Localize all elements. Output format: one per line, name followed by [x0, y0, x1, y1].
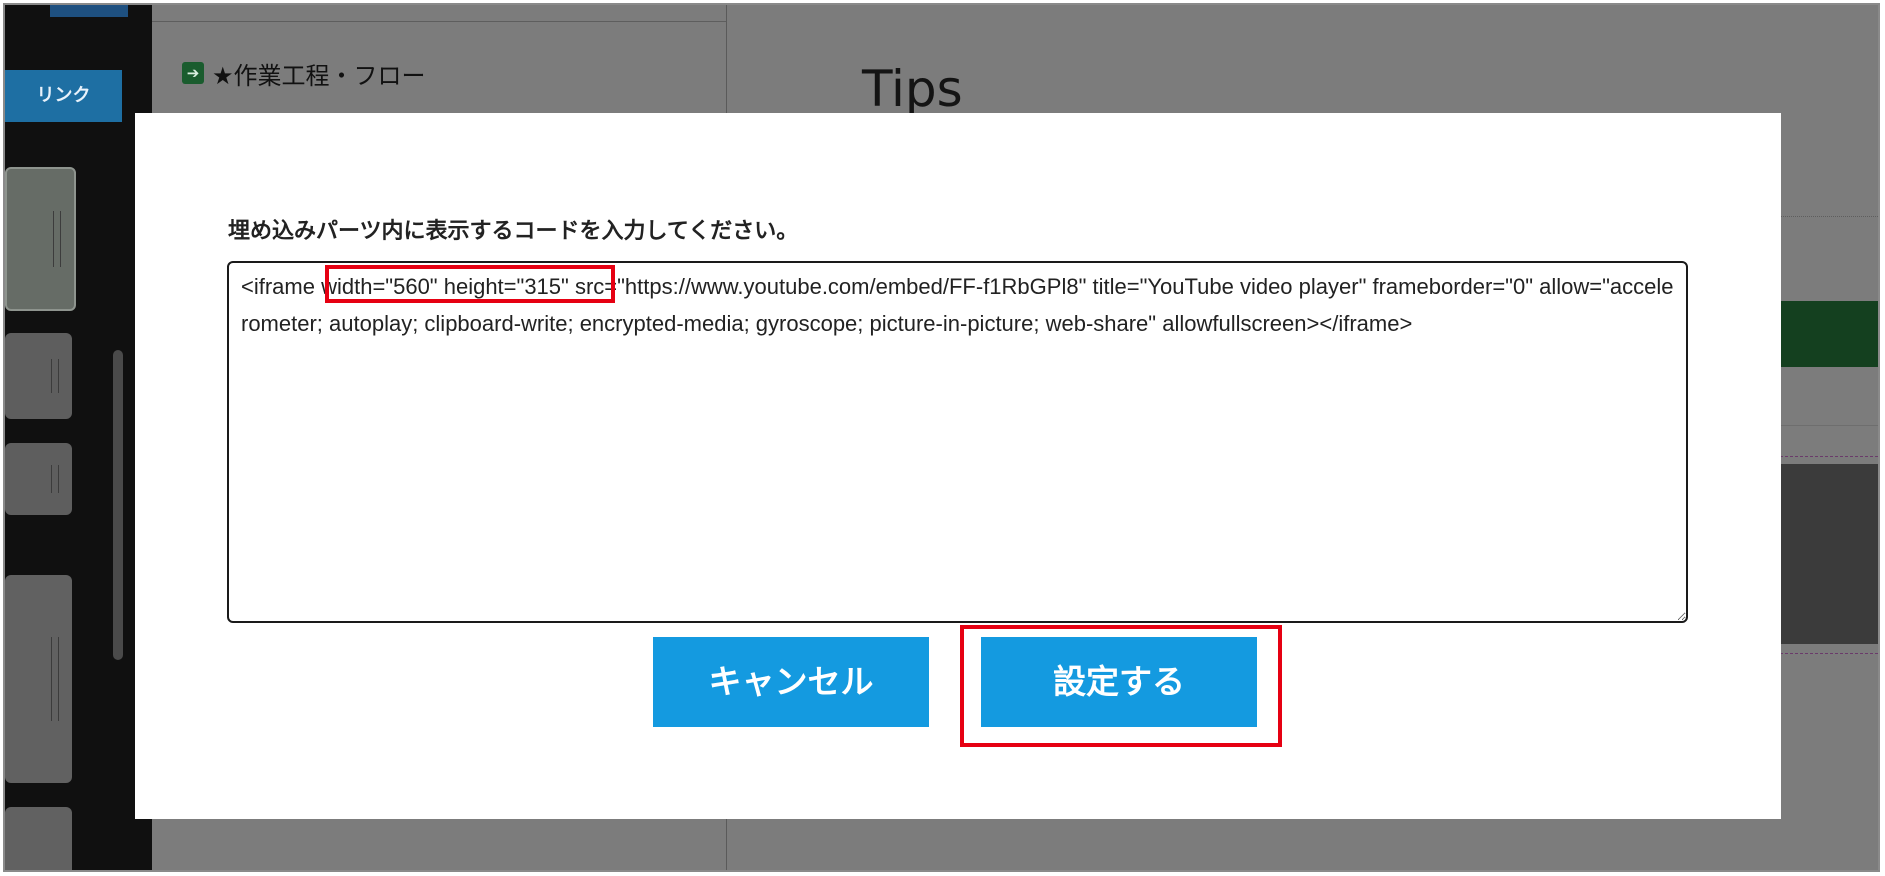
- embed-code-dialog: 埋め込みパーツ内に表示するコードを入力してください。 <iframe width…: [135, 113, 1781, 819]
- step-label: ★作業工程・フロー: [212, 61, 426, 90]
- cancel-button[interactable]: キャンセル: [653, 637, 929, 727]
- drag-handle-icon[interactable]: [51, 637, 59, 721]
- highlight-box-submit: [960, 625, 1282, 747]
- link-tab[interactable]: リンク: [5, 70, 122, 122]
- step-item[interactable]: ➔ ★作業工程・フロー: [182, 55, 426, 91]
- sidebar-part-block[interactable]: [5, 807, 72, 870]
- arrow-right-icon: ➔: [182, 62, 204, 84]
- sidebar-part-block[interactable]: [5, 443, 72, 515]
- app-frame: リンク ➔ ★作業工程・フロー Tips 埋め込みパーツ内に表示するコードを入力…: [3, 3, 1880, 872]
- sidebar-part-block[interactable]: [5, 333, 72, 419]
- highlight-box-size-attributes: [325, 265, 615, 303]
- dialog-prompt: 埋め込みパーツ内に表示するコードを入力してください。: [228, 219, 799, 244]
- sidebar-part-block[interactable]: [5, 575, 72, 783]
- sidebar-top-tab[interactable]: [50, 5, 128, 17]
- left-sidebar: リンク: [5, 5, 152, 870]
- embed-code-textarea[interactable]: <iframe width="560" height="315" src="ht…: [227, 261, 1688, 623]
- sidebar-scrollbar[interactable]: [113, 350, 123, 660]
- sidebar-part-block[interactable]: [5, 167, 76, 311]
- divider: [152, 21, 726, 22]
- page-title: Tips: [862, 60, 963, 118]
- drag-handle-icon[interactable]: [51, 358, 59, 394]
- drag-handle-icon[interactable]: [53, 211, 61, 267]
- drag-handle-icon[interactable]: [51, 464, 59, 494]
